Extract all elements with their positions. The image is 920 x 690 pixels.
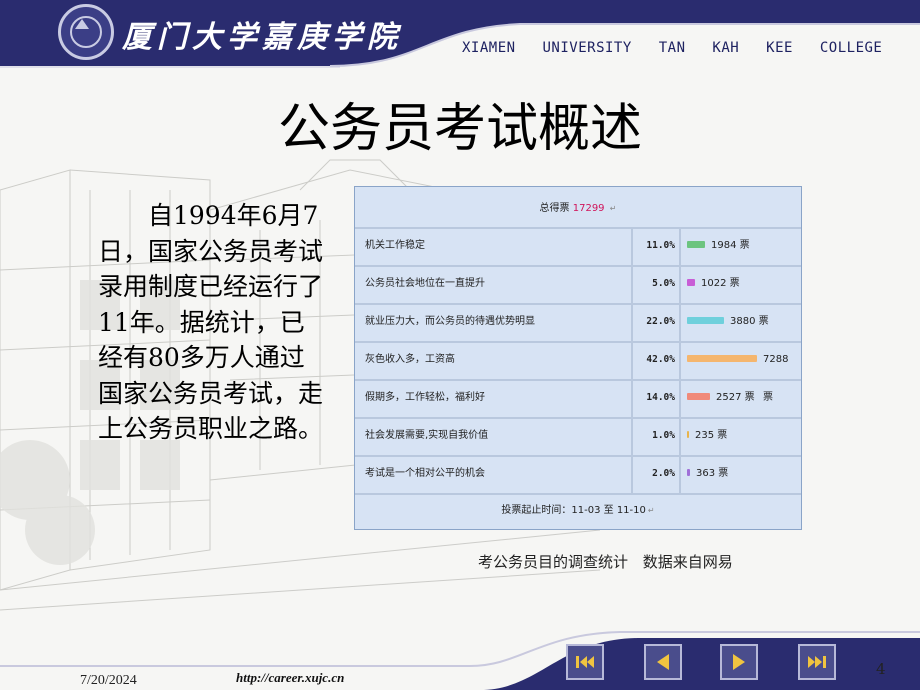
survey-row: 灰色收入多，工资高 42.0% 7288 票	[355, 341, 801, 403]
next-page-icon	[733, 654, 745, 670]
survey-option-bar	[687, 393, 710, 400]
first-page-icon	[576, 656, 594, 668]
slide-date: 7/20/2024	[80, 673, 137, 688]
survey-option-label: 就业压力大，而公务员的待遇优势明显	[355, 303, 633, 341]
first-slide-button[interactable]	[566, 644, 604, 680]
survey-results-table: 总得票 17299 ↵ 机关工作稳定 11.0% 1984 票公务员社会地位在一直提…	[354, 186, 802, 530]
voting-period-text: 投票起止时间：11-03 至 11-10	[501, 505, 646, 516]
survey-option-percent: 22.0%	[635, 303, 681, 341]
previous-slide-button[interactable]	[644, 644, 682, 680]
survey-option-votes: 1022 票	[701, 278, 740, 289]
next-slide-button[interactable]	[720, 644, 758, 680]
survey-row: 公务员社会地位在一直提升 5.0% 1022 票	[355, 265, 801, 305]
voting-period: 投票起止时间：11-03 至 11-10 ↵	[501, 505, 655, 516]
survey-option-percent: 5.0%	[635, 265, 681, 303]
survey-option-bar	[687, 431, 689, 438]
survey-row: 考试是一个相对公平的机会 2.0% 363 票	[355, 455, 801, 495]
survey-option-bar	[687, 241, 705, 248]
previous-page-icon	[657, 654, 669, 670]
survey-option-bar	[687, 279, 695, 286]
footer-url-link[interactable]: http://career.xujc.cn	[236, 670, 344, 686]
last-slide-button[interactable]	[798, 644, 836, 680]
college-english-name: XIAMEN UNIVERSITY TAN KAH KEE COLLEGE	[462, 40, 883, 56]
survey-option-votes: 235 票	[695, 430, 728, 441]
survey-option-label: 考试是一个相对公平的机会	[355, 455, 633, 493]
slide-title: 公务员考试概述	[277, 99, 642, 159]
survey-total-row: 总得票 17299 ↵	[355, 187, 801, 229]
survey-option-percent: 11.0%	[635, 227, 681, 265]
survey-option-votes: 7288 票	[763, 354, 789, 403]
survey-option-label: 假期多，工作轻松，福利好	[355, 379, 633, 417]
survey-option-percent: 14.0%	[635, 379, 681, 417]
survey-option-bar	[687, 469, 690, 476]
total-votes-label: 总得票	[539, 203, 570, 214]
survey-option-percent: 42.0%	[635, 341, 681, 379]
survey-option-label: 灰色收入多，工资高	[355, 341, 633, 379]
table-caption: 考公务员目的调查统计 数据来自网易	[478, 553, 733, 571]
total-votes-value: 17299	[572, 203, 605, 214]
survey-option-label: 机关工作稳定	[355, 227, 633, 265]
survey-option-votes: 363 票	[696, 468, 729, 479]
survey-row: 假期多，工作轻松，福利好 14.0% 2527 票	[355, 379, 801, 419]
college-logo-text: 厦门大学嘉庚学院	[122, 20, 402, 55]
survey-option-label: 社会发展需要,实现自我价值	[355, 417, 633, 455]
university-seal-logo	[58, 4, 114, 60]
survey-option-percent: 2.0%	[635, 455, 681, 493]
survey-row: 机关工作稳定 11.0% 1984 票	[355, 227, 801, 267]
intro-paragraph: 自1994年6月7日，国家公务员考试录用制度已经运行了11年。据统计，已经有80…	[98, 201, 324, 443]
last-page-icon	[808, 656, 826, 668]
survey-option-percent: 1.0%	[635, 417, 681, 455]
survey-option-votes: 1984 票	[711, 240, 750, 251]
survey-row: 就业压力大，而公务员的待遇优势明显 22.0% 3880 票	[355, 303, 801, 343]
footer	[0, 620, 920, 690]
survey-option-bar	[687, 317, 724, 324]
page-number: 4	[876, 660, 886, 678]
survey-row: 社会发展需要,实现自我价值 1.0% 235 票	[355, 417, 801, 457]
survey-option-votes: 3880 票	[730, 316, 769, 327]
survey-option-votes: 2527 票	[716, 392, 755, 403]
survey-option-label: 公务员社会地位在一直提升	[355, 265, 633, 303]
survey-option-bar	[687, 355, 757, 362]
